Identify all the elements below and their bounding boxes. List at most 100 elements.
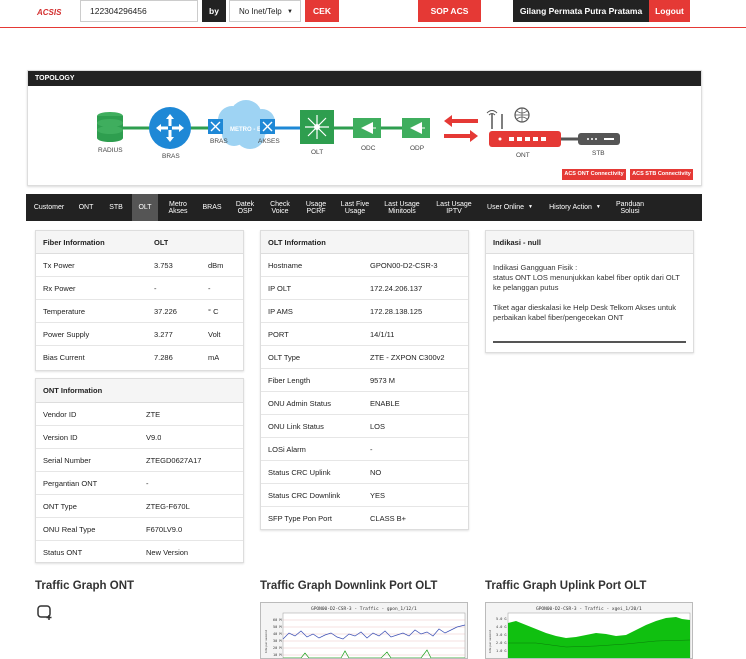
row-label: ONU Real Type [43, 524, 96, 534]
row-value: CLASS B+ [370, 514, 407, 523]
uplink-graph-title: GPON00-D2-CSR-3 - Traffic - xgei_1/20/1 [536, 606, 642, 612]
tab-customer[interactable]: Customer [28, 194, 70, 221]
tab-olt[interactable]: OLT [132, 194, 158, 221]
row-label: Fiber Length [268, 375, 311, 385]
search-type-select[interactable]: No Inet/Telp ▼ [229, 0, 301, 22]
node-label-ont: ONT [516, 152, 530, 159]
sop-acs-button[interactable]: SOP ACS [418, 0, 481, 22]
row-value: - [154, 283, 157, 293]
fiber-panel-source: OLT [154, 237, 169, 247]
splitter-icon [353, 118, 381, 138]
y-tick-label: 5.0 G [496, 617, 507, 621]
tab-last-five-usage[interactable]: Last Five Usage [336, 194, 374, 221]
indikasi-body: Indikasi Gangguan Fisik : status ONT LOS… [486, 254, 693, 323]
stb-box-icon [578, 133, 620, 145]
table-row: Pergantian ONT - [36, 472, 243, 495]
by-label: by [202, 0, 226, 22]
tab-last-usage-iptv[interactable]: Last Usage IPTV [430, 194, 478, 221]
row-unit: - [208, 283, 211, 293]
disconnect-arrows-icon [444, 115, 478, 142]
indikasi-panel: Indikasi - null Indikasi Gangguan Fisik … [485, 230, 694, 353]
fiber-panel-header: Fiber Information OLT [36, 231, 243, 254]
tab-bras[interactable]: BRAS [198, 194, 226, 221]
tab-usage-pcrf[interactable]: Usage PCRF [300, 194, 332, 221]
fiber-information-panel: Fiber Information OLT Tx Power 3.753 dBm… [35, 230, 244, 371]
y-tick-label: 30 M [273, 639, 281, 643]
row-value: ENABLE [370, 398, 400, 408]
node-label-metro: METRO - E [230, 127, 261, 133]
add-graph-icon[interactable] [35, 602, 55, 622]
row-value: NO [370, 467, 382, 477]
acs-ont-connectivity-button[interactable]: ACS ONT Connectivity [562, 169, 626, 180]
tab-user-online[interactable]: User Online ▼ [482, 194, 538, 221]
tab-user-online-label: User Online [487, 204, 524, 211]
row-label: Power Supply [43, 329, 90, 339]
table-row: SFP Type Pon Port CLASS B+ [261, 507, 468, 530]
router-icon [149, 107, 191, 149]
table-row: Serial Number ZTEGD0627A17 [36, 449, 243, 472]
row-value: 37.226 [154, 306, 177, 316]
row-label: OLT Type [268, 352, 301, 362]
downlink-graph-title: GPON00-D2-CSR-3 - Traffic - gpon_1/12/1 [311, 606, 417, 612]
row-label: ONT Type [43, 501, 77, 511]
tab-history-action[interactable]: History Action ▼ [542, 194, 608, 221]
tab-last-usage-minitools[interactable]: Last Usage Minitools [380, 194, 424, 221]
tab-datek-osp[interactable]: Datek OSP [230, 194, 260, 221]
cek-button[interactable]: CEK [305, 0, 339, 22]
y-axis-unit: bits per second [488, 630, 492, 653]
y-tick-label: 2.0 G [496, 641, 507, 645]
row-label: Serial Number [43, 455, 91, 465]
row-value: - [370, 444, 373, 454]
row-label: Status ONT [43, 548, 83, 557]
y-tick-label: 10 M [273, 653, 281, 657]
node-label-odp: ODP [410, 145, 424, 152]
indikasi-recommendation: Tiket agar dieskalasi ke Help Desk Telko… [493, 303, 676, 322]
tab-panduan-solusi[interactable]: Panduan Solusi [610, 194, 650, 221]
table-row: IP AMS 172.28.138.125 [261, 300, 468, 323]
caret-down-icon: ▼ [595, 204, 601, 210]
y-tick-label: 4.0 G [496, 625, 507, 629]
ont-modem-icon [486, 107, 561, 147]
table-row: Status ONT New Version [36, 541, 243, 564]
y-axis-unit: bits per second [264, 630, 268, 653]
row-value: - [146, 478, 149, 488]
tab-metro-akses[interactable]: Metro Akses [162, 194, 194, 221]
app-logo[interactable]: ACSIS [37, 8, 61, 17]
traffic-graph-ont-title: Traffic Graph ONT [35, 580, 135, 592]
row-label: LOSi Alarm [268, 444, 306, 454]
row-value: ZTE [146, 409, 161, 419]
row-value: ZTEG-F670L [146, 501, 190, 511]
tab-stb[interactable]: STB [104, 194, 128, 221]
row-label: ONU Link Status [268, 421, 324, 431]
olt-panel-header: OLT Information [261, 231, 468, 254]
node-label-akses: AKSES [258, 138, 280, 145]
tab-check-voice[interactable]: Check Voice [264, 194, 296, 221]
row-label: Version ID [43, 432, 78, 442]
table-row: Version ID V9.0 [36, 426, 243, 449]
row-label: Tx Power [43, 260, 75, 270]
olt-switch-icon [300, 110, 334, 144]
row-label: ONU Admin Status [268, 398, 331, 408]
logout-button[interactable]: Logout [649, 0, 690, 22]
y-tick-label: 20 M [273, 646, 281, 650]
ont-panel-title: ONT Information [43, 386, 103, 395]
row-label: IP OLT [268, 283, 292, 293]
y-tick-label: 40 M [273, 632, 281, 636]
tab-ont[interactable]: ONT [74, 194, 98, 221]
table-row: Power Supply 3.277 Volt [36, 323, 243, 346]
acs-stb-connectivity-button[interactable]: ACS STB Connectivity [630, 169, 693, 180]
table-row: LOSi Alarm - [261, 438, 468, 461]
table-row: IP OLT 172.24.206.137 [261, 277, 468, 300]
row-value: 3.277 [154, 329, 173, 339]
search-input[interactable] [80, 0, 198, 22]
indikasi-heading: Indikasi Gangguan Fisik : [493, 263, 578, 272]
row-value: V9.0 [146, 432, 162, 442]
indikasi-title: Indikasi - null [493, 237, 541, 247]
caret-down-icon: ▼ [287, 9, 293, 15]
row-value: New Version [146, 548, 189, 557]
row-value: ZTEGD0627A17 [146, 455, 202, 465]
downlink-graph-svg: GPON00-D2-CSR-3 - Traffic - gpon_1/12/1 … [264, 606, 466, 658]
y-tick-label: 3.0 G [496, 633, 507, 637]
row-label: Rx Power [43, 283, 76, 293]
ont-panel-header: ONT Information [36, 379, 243, 403]
